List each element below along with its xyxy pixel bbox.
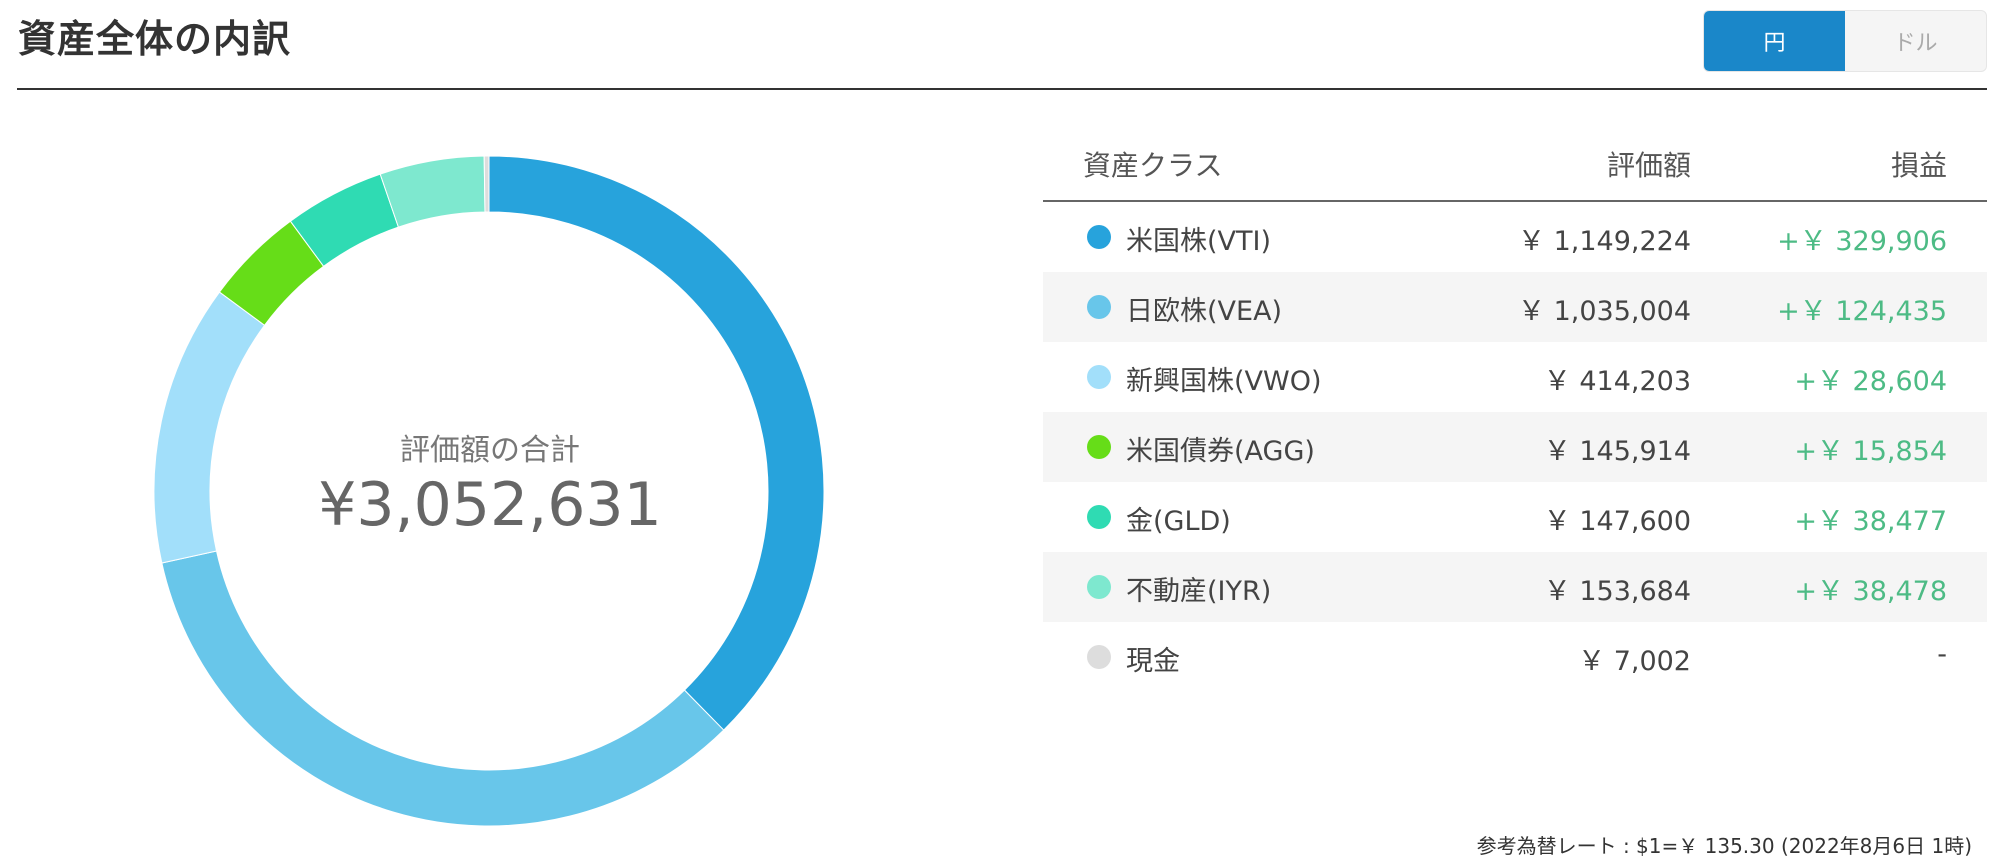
- asset-value: ￥ 145,914: [1543, 436, 1691, 467]
- asset-name: 米国債券(AGG): [1126, 436, 1315, 467]
- asset-table: 資産クラス 評価額 損益 米国株(VTI) ￥ 1,149,224 +￥ 329…: [1043, 130, 1987, 858]
- asset-profit-loss: +￥ 329,906: [1777, 226, 1947, 257]
- asset-profit-loss: +￥ 15,854: [1794, 436, 1947, 467]
- legend-dot: [1087, 365, 1111, 389]
- currency-dollar-button[interactable]: ドル: [1845, 11, 1986, 71]
- title-divider: [17, 88, 1987, 90]
- asset-name: 不動産(IYR): [1126, 576, 1272, 607]
- legend-dot: [1087, 575, 1111, 599]
- currency-toggle[interactable]: 円 ドル: [1703, 10, 1987, 72]
- asset-value: ￥ 7,002: [1578, 646, 1691, 677]
- donut-slice-1: [161, 550, 725, 827]
- table-row: 米国債券(AGG) ￥ 145,914 +￥ 15,854: [1043, 412, 1987, 482]
- header-asset-class: 資産クラス: [1083, 149, 1223, 182]
- asset-name: 新興国株(VWO): [1126, 366, 1322, 397]
- asset-value: ￥ 147,600: [1543, 506, 1691, 537]
- table-row: 不動産(IYR) ￥ 153,684 +￥ 38,478: [1043, 552, 1987, 622]
- asset-name: 現金: [1126, 646, 1180, 677]
- table-header: 資産クラス 評価額 損益: [1043, 130, 1987, 202]
- page-title: 資産全体の内訳: [18, 17, 292, 61]
- header: 資産全体の内訳 円 ドル: [0, 0, 2002, 92]
- asset-value: ￥ 153,684: [1543, 576, 1691, 607]
- asset-profit-loss: +￥ 28,604: [1794, 366, 1947, 397]
- donut-slice-5: [379, 155, 486, 228]
- legend-dot: [1087, 645, 1111, 669]
- table-row: 新興国株(VWO) ￥ 414,203 +￥ 28,604: [1043, 342, 1987, 412]
- asset-name: 日欧株(VEA): [1126, 296, 1283, 327]
- asset-value: ￥ 1,149,224: [1518, 226, 1691, 257]
- legend-dot: [1087, 295, 1111, 319]
- donut-slice-6: [483, 155, 490, 213]
- asset-value: ￥ 1,035,004: [1518, 296, 1691, 327]
- table-row: 米国株(VTI) ￥ 1,149,224 +￥ 329,906: [1043, 202, 1987, 272]
- table-row: 現金 ￥ 7,002 -: [1043, 622, 1987, 692]
- total-label: 評価額の合計: [400, 433, 580, 468]
- total-value: ¥3,052,631: [318, 470, 662, 540]
- asset-value: ￥ 414,203: [1543, 366, 1691, 397]
- asset-name: 米国株(VTI): [1126, 226, 1271, 257]
- legend-dot: [1087, 225, 1111, 249]
- asset-profit-loss: +￥ 124,435: [1777, 296, 1947, 327]
- exchange-rate-note: 参考為替レート : $1=￥ 135.30 (2022年8月6日 1時): [1476, 834, 1972, 858]
- header-value: 評価額: [1606, 149, 1691, 182]
- asset-profit-loss: -: [1937, 639, 1947, 670]
- legend-dot: [1087, 505, 1111, 529]
- asset-name: 金(GLD): [1126, 506, 1231, 537]
- currency-yen-button[interactable]: 円: [1704, 11, 1845, 71]
- asset-profit-loss: +￥ 38,477: [1794, 506, 1947, 537]
- table-row: 金(GLD) ￥ 147,600 +￥ 38,477: [1043, 482, 1987, 552]
- table-row: 日欧株(VEA) ￥ 1,035,004 +￥ 124,435: [1043, 272, 1987, 342]
- asset-donut-chart: 評価額の合計 ¥3,052,631: [148, 150, 832, 840]
- asset-profit-loss: +￥ 38,478: [1794, 576, 1947, 607]
- header-profit-loss: 損益: [1890, 149, 1947, 182]
- legend-dot: [1087, 435, 1111, 459]
